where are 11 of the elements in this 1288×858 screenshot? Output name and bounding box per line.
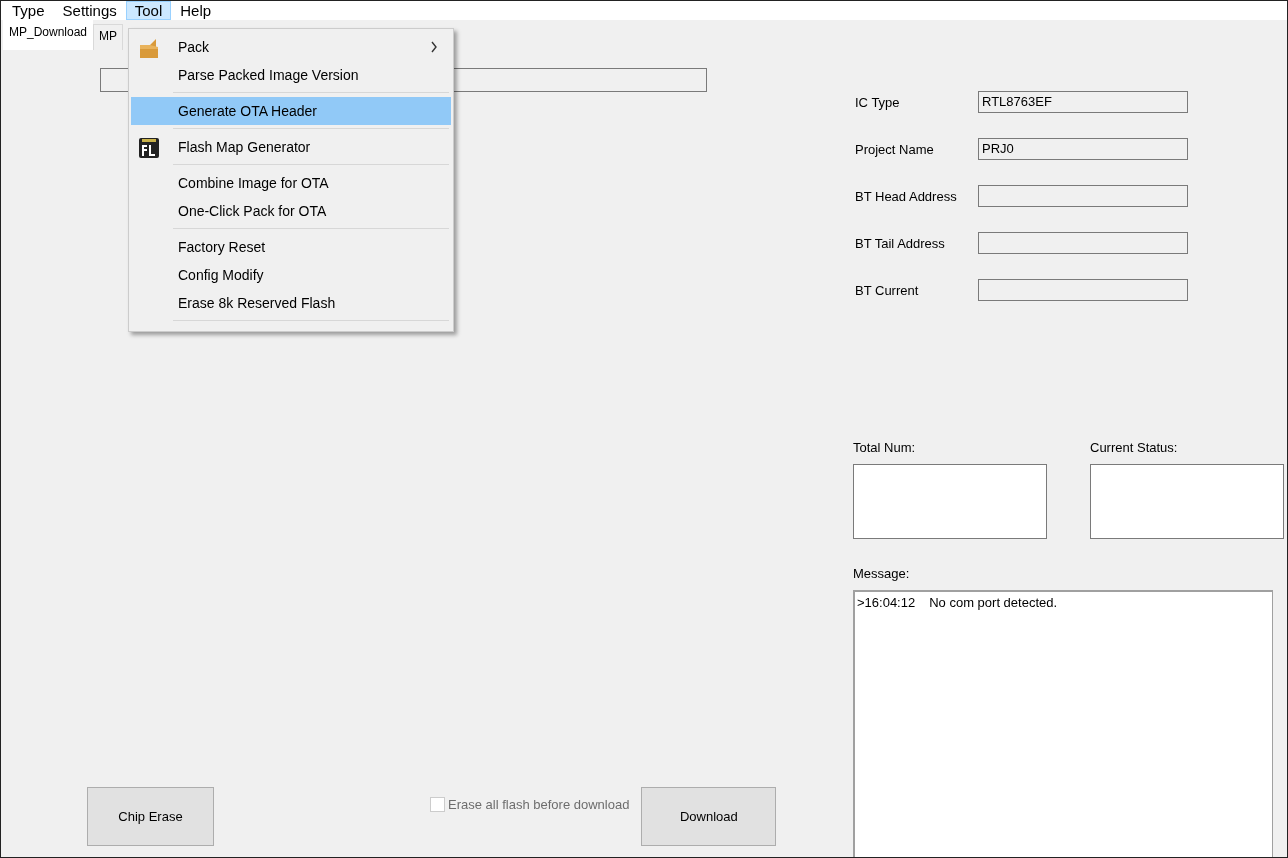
field-label: BT Current (855, 282, 920, 298)
current-status-label: Current Status: (1090, 440, 1179, 455)
checkbox-label: Erase all flash before download (448, 797, 630, 812)
field-label: Project Name (855, 141, 935, 157)
field-label: BT Head Address (855, 188, 958, 204)
log-message: No com port detected. (929, 595, 1058, 610)
field-label: IC Type (855, 94, 901, 110)
message-label: Message: (853, 566, 911, 581)
total-num-label: Total Num: (853, 440, 917, 455)
log-time: >16:04:12 (857, 595, 916, 610)
field-label: BT Tail Address (855, 235, 946, 251)
